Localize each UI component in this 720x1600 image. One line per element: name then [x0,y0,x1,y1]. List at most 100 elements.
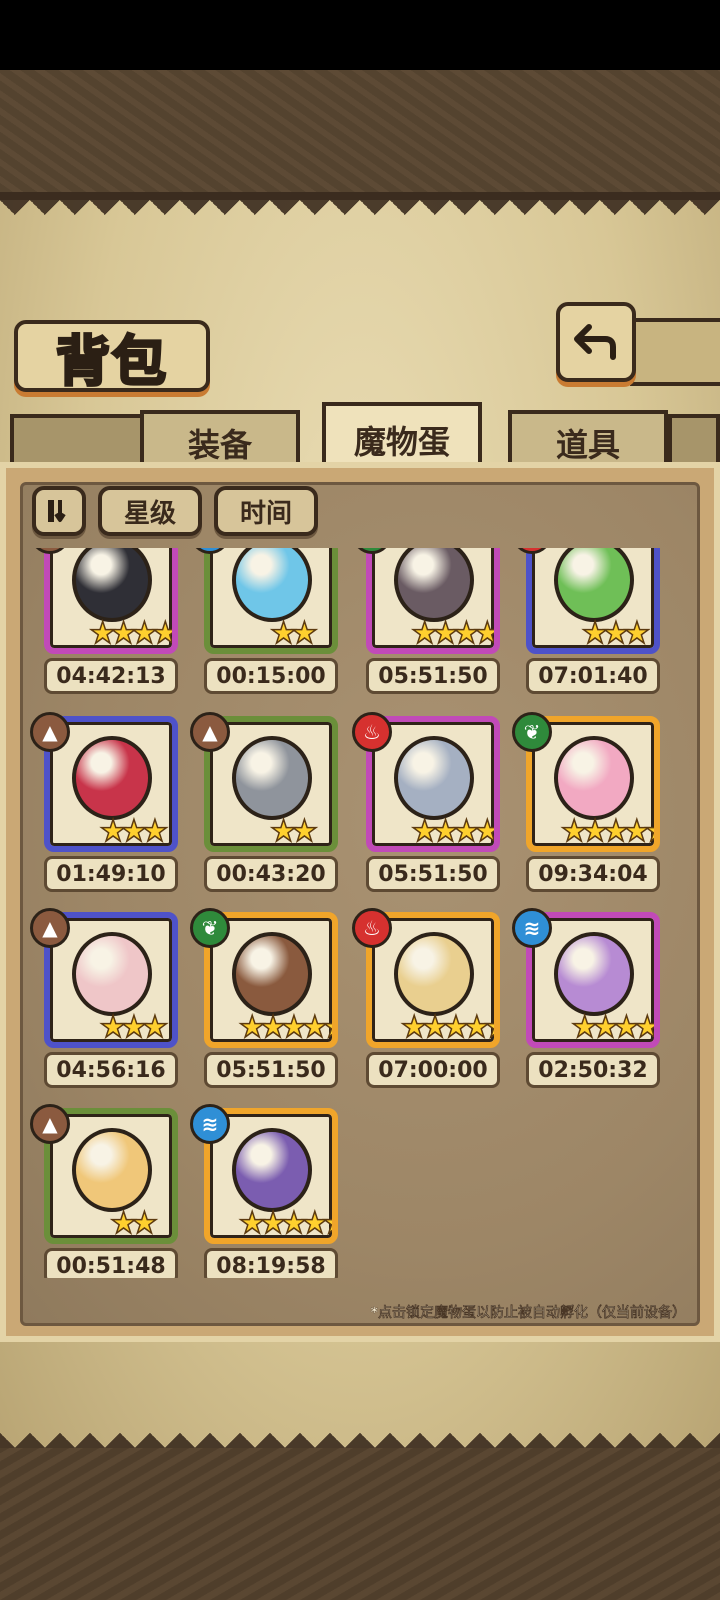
egg-count: 1 [651,729,654,764]
sort-by-star-button[interactable]: 星级 [98,486,202,536]
hatch-timer: 01:49:10 [44,856,178,892]
egg-count: 1 [651,925,654,960]
hatch-timer: 00:43:20 [204,856,338,892]
egg-card[interactable]: 1 ★★ ▲ 00:51:48 [30,1104,192,1278]
star-rating: ★★★ [581,615,651,651]
egg-card[interactable]: 1 ★★★★ ≋ 02:50:32 [512,908,674,1092]
egg-card[interactable]: 1★★★★▲04:42:13 [30,548,192,698]
star-rating: ★★ [269,813,318,849]
star-rating: ★★★★★ [400,1009,500,1045]
sort-by-star-label: 星级 [123,498,176,529]
monster-egg-icon [72,736,152,820]
hatch-timer: 00:51:48 [44,1248,178,1278]
egg-card[interactable]: 1 ★★★★★ ♨ 07:00:00 [352,908,514,1092]
zigzag-border-bottom [0,1400,720,1448]
tab-items-label: 道具 [555,426,620,464]
egg-count: 1 [329,729,332,764]
egg-card[interactable]: 2 ★★★★ ♨ 05:51:50 [352,712,514,896]
back-button[interactable] [556,302,636,382]
star-rating: ★★ [109,1205,158,1241]
egg-card[interactable]: 1 ★★★ ▲ 01:49:10 [30,712,192,896]
egg-count: 1 [329,1121,332,1156]
water-waves-icon: ≋ [512,908,552,948]
egg-count: 1 [169,925,172,960]
star-rating: ★★★★★ [238,1009,338,1045]
hatch-timer: 07:01:40 [526,658,660,694]
monster-egg-icon [554,736,634,820]
star-rating: ★★★ [99,813,169,849]
mountain-icon: ▲ [190,712,230,752]
map-background-top [0,70,720,200]
hatch-timer: 05:51:50 [204,1052,338,1088]
monster-egg-icon [232,932,312,1016]
egg-card[interactable]: 1★★≋00:15:00 [190,548,352,698]
star-rating: ★★ [269,615,318,651]
egg-card[interactable]: 1 ★★★★★ ❦ 05:51:50 [190,908,352,1092]
egg-card[interactable]: 1 ★★★ ▲ 04:56:16 [30,908,192,1092]
egg-card-frame: 1 ★★★ [526,548,660,654]
monster-egg-icon [394,932,474,1016]
mountain-icon: ▲ [30,908,70,948]
egg-card[interactable]: 1★★★★❦05:51:50 [352,548,514,698]
water-waves-icon: ≋ [190,1104,230,1144]
egg-card[interactable]: 1 ★★★★★ ❦ 09:34:04 [512,712,674,896]
sort-by-time-button[interactable]: 时间 [214,486,318,536]
monster-egg-icon [72,932,152,1016]
egg-count: 2 [491,729,494,764]
sort-order-toggle-button[interactable] [32,486,86,536]
monster-egg-icon [232,548,312,622]
monster-egg-icon [72,1128,152,1212]
star-rating: ★★★★★ [238,1205,338,1241]
hatch-timer: 05:51:50 [366,658,500,694]
hatch-timer: 04:42:13 [44,658,178,694]
egg-card-frame: 1 ★★★★ [366,548,500,654]
leaf-icon: ❦ [512,712,552,752]
egg-card-frame: 1 ★★ [204,548,338,654]
zigzag-border-top [0,200,720,240]
mountain-icon: ▲ [30,1104,70,1144]
egg-count: 1 [491,548,494,566]
page-title: 背包 [55,327,168,394]
egg-card[interactable]: 1★★★♨07:01:40 [512,548,674,698]
status-bar [0,0,720,70]
star-rating: ★★★★★ [560,813,660,849]
monster-egg-icon [232,1128,312,1212]
title-plate: 背包 [14,320,210,394]
egg-count: 1 [491,925,494,960]
hatch-timer: 08:19:58 [204,1248,338,1278]
star-rating: ★★★★ [570,1009,655,1045]
star-rating: ★★★★ [88,615,173,651]
hatch-timer: 07:00:00 [366,1052,500,1088]
monster-egg-icon [72,548,152,622]
return-arrow-icon [574,324,616,360]
hatch-timer: 00:15:00 [204,658,338,694]
monster-egg-icon [232,736,312,820]
tab-monster-eggs-label: 魔物蛋 [353,423,450,461]
hatch-timer: 04:56:16 [44,1052,178,1088]
hatch-timer: 09:34:04 [526,856,660,892]
monster-egg-icon [394,736,474,820]
star-rating: ★★★★ [410,813,495,849]
egg-count: 1 [169,1121,172,1156]
monster-egg-icon [554,932,634,1016]
monster-egg-icon [394,548,474,622]
auto-hatch-lock-note: *点击锁定魔物蛋以防止被自动孵化（仅当前设备） [370,1305,687,1321]
flame-icon: ♨ [352,908,392,948]
egg-count: 1 [169,729,172,764]
egg-card[interactable]: 1 ★★★★★ ≋ 08:19:58 [190,1104,352,1278]
sort-by-time-label: 时间 [239,498,292,529]
egg-count: 1 [329,925,332,960]
hatch-timer: 02:50:32 [526,1052,660,1088]
leaf-icon: ❦ [190,908,230,948]
flame-icon: ♨ [352,712,392,752]
egg-count: 1 [169,548,172,566]
star-rating: ★★★★ [410,615,495,651]
egg-card[interactable]: 1 ★★ ▲ 00:43:20 [190,712,352,896]
star-rating: ★★★ [99,1009,169,1045]
map-background-bottom [0,1448,720,1600]
egg-grid: 1★★★★▲04:42:131★★≋00:15:001★★★★❦05:51:50… [30,548,690,1278]
mountain-icon: ▲ [30,712,70,752]
egg-card-frame: 1 ★★★★ [44,548,178,654]
monster-egg-icon [554,548,634,622]
sort-order-icon [48,500,66,522]
